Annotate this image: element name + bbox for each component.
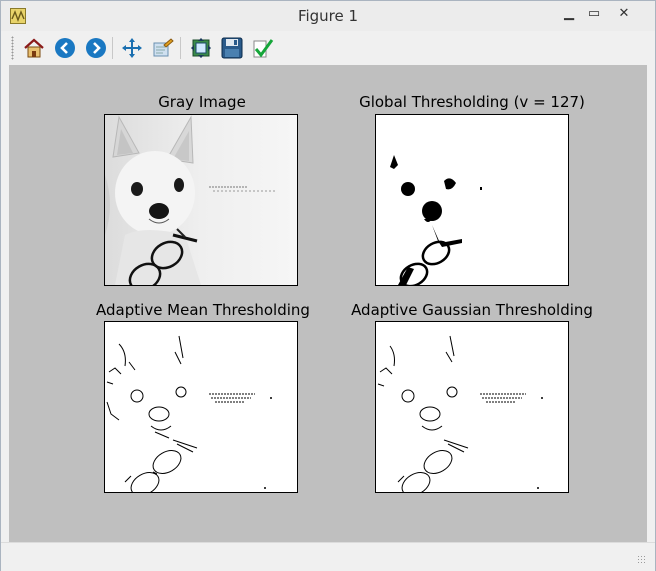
minimize-button[interactable]: ▁ (556, 3, 582, 23)
navigation-toolbar (1, 31, 655, 65)
global-threshold-image (376, 115, 568, 285)
figure-window: Figure 1 ▁ ▭ ✕ Gray Image Global Thresho… (0, 0, 656, 571)
maximize-icon: ▭ (587, 5, 601, 21)
subplot-adaptive-mean (104, 321, 298, 493)
subplot-gray-image (104, 114, 298, 286)
adaptive-gaussian-image (376, 322, 568, 492)
title-bar[interactable]: Figure 1 ▁ ▭ ✕ (1, 1, 655, 31)
status-bar (1, 542, 655, 571)
resize-grip-icon[interactable] (637, 555, 647, 565)
edit-button[interactable] (250, 35, 276, 61)
adaptive-mean-image (105, 322, 297, 492)
home-button[interactable] (21, 35, 47, 61)
figure-canvas[interactable]: Gray Image Global Thresholding (v = 127)… (9, 65, 647, 542)
close-button[interactable]: ✕ (611, 3, 637, 23)
toolbar-separator (180, 37, 181, 59)
toolbar-grip (11, 36, 14, 60)
subplot-title-global: Global Thresholding (v = 127) (359, 93, 585, 111)
subplot-title-mean: Adaptive Mean Thresholding (96, 301, 310, 319)
subplot-title-gaussian: Adaptive Gaussian Thresholding (351, 301, 593, 319)
save-icon (221, 37, 243, 59)
forward-icon (86, 38, 106, 58)
back-icon (55, 38, 75, 58)
subplot-title-gray: Gray Image (158, 93, 246, 111)
save-button[interactable] (219, 35, 245, 61)
pan-icon (122, 38, 142, 58)
gray-dog-image (105, 115, 297, 285)
subplots-button[interactable] (188, 35, 214, 61)
edit-icon (253, 39, 274, 58)
pan-button[interactable] (119, 35, 145, 61)
toolbar-separator (112, 37, 113, 59)
subplot-global-threshold (375, 114, 569, 286)
zoom-icon (153, 38, 174, 57)
back-button[interactable] (52, 35, 78, 61)
subplot-adaptive-gaussian (375, 321, 569, 493)
subplots-icon (191, 38, 211, 58)
home-icon (24, 38, 44, 58)
close-icon: ✕ (618, 5, 630, 21)
zoom-button[interactable] (150, 35, 176, 61)
forward-button[interactable] (83, 35, 109, 61)
minimize-icon: ▁ (564, 5, 574, 21)
maximize-button[interactable]: ▭ (581, 3, 607, 23)
